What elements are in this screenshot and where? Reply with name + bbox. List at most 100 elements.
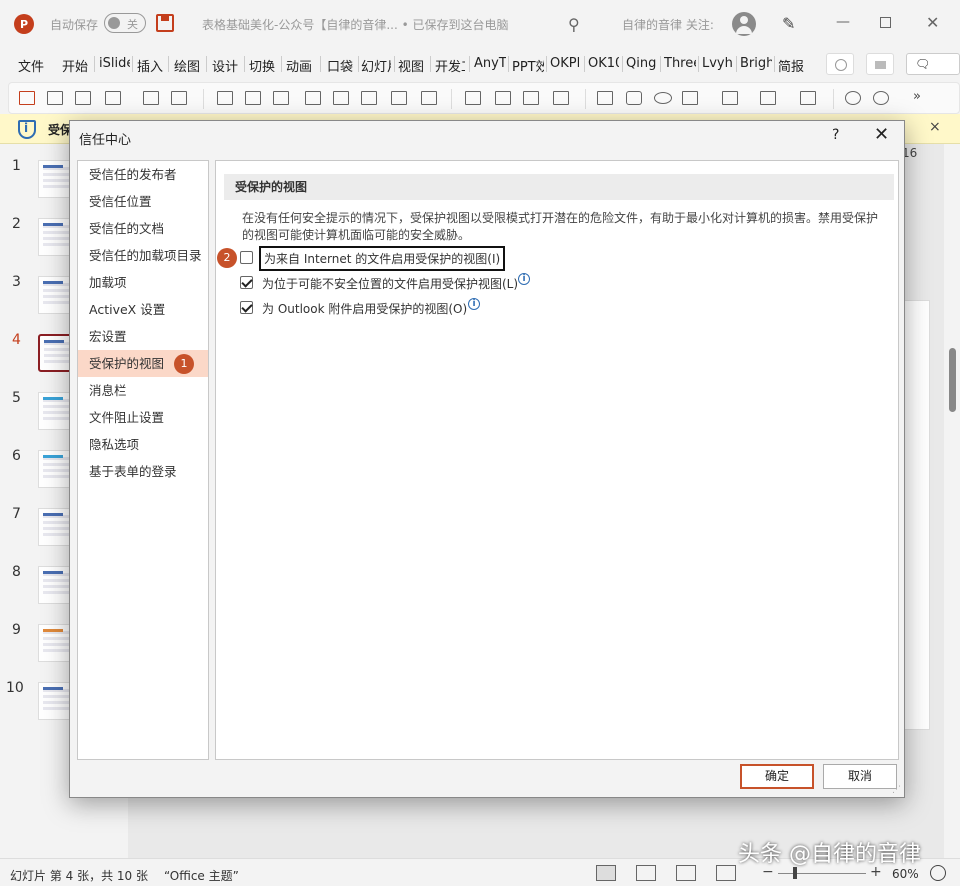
minimize-icon[interactable]: — (836, 14, 850, 30)
align-middle-icon[interactable] (245, 91, 261, 105)
tab-transitions[interactable]: 切换 (249, 56, 277, 75)
tab-ok10[interactable]: OK10 (588, 56, 619, 71)
nav-item-addins[interactable]: 加载项 (78, 269, 208, 296)
slide-sorter-icon[interactable] (636, 865, 656, 881)
scrollbar-thumb[interactable] (949, 348, 956, 412)
nav-item-message-bar[interactable]: 消息栏 (78, 377, 208, 404)
tab-animations[interactable]: 动画 (286, 56, 314, 75)
tab-pocket[interactable]: 口袋 (327, 56, 355, 75)
slide-number: 4 (12, 332, 21, 348)
cancel-button[interactable]: 取消 (823, 764, 897, 789)
tab-okplus[interactable]: OKPl (550, 56, 581, 71)
tab-separator (168, 56, 169, 72)
autosave-toggle[interactable]: 关 (104, 13, 146, 33)
slide-number: 1 (12, 158, 21, 174)
tab-draw[interactable]: 绘图 (174, 56, 202, 75)
align-right-icon[interactable] (361, 91, 377, 105)
angle-icon[interactable] (800, 91, 816, 105)
align-center-icon[interactable] (333, 91, 349, 105)
nav-item-trusted-addin-catalogs[interactable]: 受信任的加载项目录 (78, 242, 208, 269)
match-size-icon[interactable] (495, 91, 511, 105)
tab-separator (622, 56, 623, 72)
tab-view[interactable]: 视图 (398, 56, 426, 75)
fit-to-window-icon[interactable] (930, 865, 946, 881)
toolbar-more-icon[interactable]: » (913, 89, 921, 104)
rounded-rect-icon[interactable] (626, 91, 642, 105)
close-icon[interactable]: ✕ (874, 124, 889, 145)
reading-view-icon[interactable] (676, 865, 696, 881)
group-icon[interactable] (75, 91, 91, 105)
ok-button[interactable]: 确定 (740, 764, 814, 789)
avatar-icon[interactable] (732, 12, 756, 36)
nav-item-trusted-publishers[interactable]: 受信任的发布者 (78, 161, 208, 188)
resize-grip-icon[interactable]: ⋰ (892, 785, 901, 795)
tab-lvyh[interactable]: Lvyh (702, 56, 734, 71)
slideshow-icon[interactable] (716, 865, 736, 881)
save-icon[interactable] (156, 14, 174, 32)
nav-item-privacy[interactable]: 隐私选项 (78, 431, 208, 458)
swap-icon[interactable] (523, 91, 539, 105)
checkbox[interactable] (240, 276, 253, 289)
option-label[interactable]: 为位于可能不安全位置的文件启用受保护视图(L) (262, 275, 518, 292)
align-top-icon[interactable] (217, 91, 233, 105)
tab-separator (94, 56, 95, 72)
record-button[interactable] (826, 53, 854, 75)
shape-icon[interactable] (682, 91, 698, 105)
merge-icon[interactable] (845, 91, 861, 105)
resize-icon[interactable] (105, 91, 121, 105)
nav-item-form-based-signin[interactable]: 基于表单的登录 (78, 458, 208, 485)
distribute-icon[interactable] (47, 91, 63, 105)
tab-insert[interactable]: 插入 (137, 56, 165, 75)
maximize-icon[interactable] (880, 17, 891, 28)
tab-design[interactable]: 设计 (212, 56, 240, 75)
tab-three[interactable]: Three (664, 56, 696, 71)
close-icon[interactable]: ✕ (926, 13, 939, 32)
nav-item-macro-settings[interactable]: 宏设置 (78, 323, 208, 350)
pen-icon[interactable]: ✎ (782, 14, 795, 33)
distribute-h-icon[interactable] (391, 91, 407, 105)
zoom-slider[interactable] (778, 873, 866, 874)
copy-size-icon[interactable] (465, 91, 481, 105)
tab-bright[interactable]: Brigh (740, 56, 772, 71)
tab-developer[interactable]: 开发工具 (435, 56, 465, 75)
tab-qing[interactable]: Qing (626, 56, 658, 71)
tab-ppt-effects[interactable]: PPT效 (512, 56, 544, 75)
help-icon[interactable]: ? (832, 127, 839, 143)
zoom-percent[interactable]: 60% (892, 867, 919, 881)
align-slide-icon[interactable] (19, 91, 35, 105)
brush-icon[interactable] (171, 91, 187, 105)
comment-button[interactable]: 🗨 (906, 53, 960, 75)
line-icon[interactable] (760, 91, 776, 105)
nav-item-file-block[interactable]: 文件阻止设置 (78, 404, 208, 431)
distribute-v-icon[interactable] (421, 91, 437, 105)
tab-islide[interactable]: iSlide (99, 56, 130, 71)
arrange-icon[interactable] (553, 91, 569, 105)
search-icon[interactable]: ⚲ (568, 15, 580, 34)
vertical-scrollbar[interactable] (946, 144, 960, 858)
nav-item-activex[interactable]: ActiveX 设置 (78, 296, 208, 323)
oval-icon[interactable] (654, 92, 672, 104)
slide-number: 8 (12, 564, 21, 580)
tab-slideshow[interactable]: 幻灯片 (361, 56, 391, 75)
nav-item-trusted-documents[interactable]: 受信任的文档 (78, 215, 208, 242)
checkbox[interactable] (240, 251, 253, 264)
close-icon[interactable]: × (929, 119, 941, 135)
zoom-slider-knob[interactable] (793, 867, 797, 879)
text-box-icon[interactable] (722, 91, 738, 105)
tab-anyt[interactable]: AnyT (474, 56, 506, 71)
align-bottom-icon[interactable] (273, 91, 289, 105)
option-label[interactable]: 为来自 Internet 的文件启用受保护的视图(I) (259, 246, 505, 271)
camera-button[interactable] (866, 53, 894, 75)
checkbox[interactable] (240, 301, 253, 314)
tab-briefing[interactable]: 简报 (778, 56, 808, 75)
frame-icon[interactable] (143, 91, 159, 105)
document-title[interactable]: 表格基础美化-公众号【自律的音律... • 已保存到这台电脑 (202, 16, 508, 33)
rectangle-icon[interactable] (597, 91, 613, 105)
align-left-icon[interactable] (305, 91, 321, 105)
tab-file[interactable]: 文件 (18, 56, 48, 75)
option-label[interactable]: 为 Outlook 附件启用受保护的视图(O) (262, 300, 467, 317)
intersect-icon[interactable] (873, 91, 889, 105)
nav-item-trusted-locations[interactable]: 受信任位置 (78, 188, 208, 215)
normal-view-icon[interactable] (596, 865, 616, 881)
tab-home[interactable]: 开始 (62, 56, 90, 75)
